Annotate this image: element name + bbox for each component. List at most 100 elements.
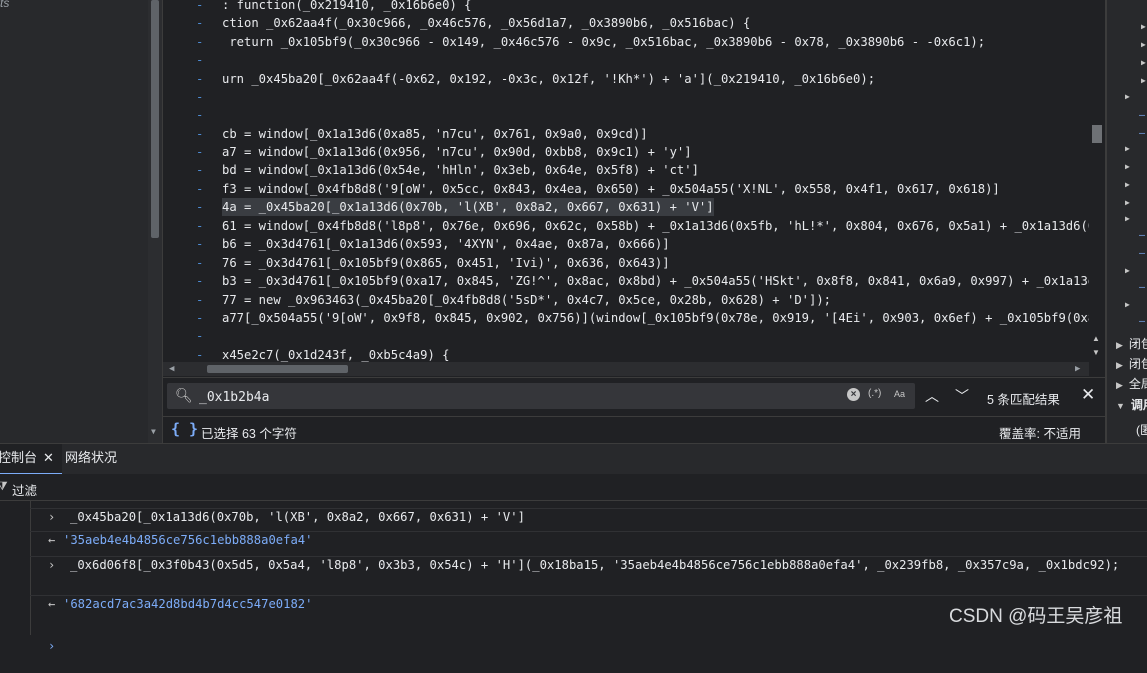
code-line[interactable]: - [163, 106, 1105, 124]
diff-marker: - [196, 72, 204, 86]
filter-input[interactable]: 过滤 [12, 480, 37, 499]
property-marker: – [1139, 230, 1146, 241]
code-line[interactable]: - [163, 327, 1105, 345]
input-chevron-icon: › [48, 558, 56, 572]
code-text: a7 = window[_0x1a13d6(0x956, 'n7cu', 0x9… [222, 145, 692, 159]
code-line[interactable]: - a7 = window[_0x1a13d6(0x956, 'n7cu', 0x… [163, 143, 1105, 161]
section-global[interactable]: ▶ 全局 [1116, 375, 1147, 392]
code-text: cb = window[_0x1a13d6(0xa85, 'n7cu', 0x7… [222, 127, 648, 141]
code-line[interactable]: - bd = window[_0x1a13d6(0x54e, 'hHln', 0x… [163, 161, 1105, 179]
console-input-row[interactable]: › _0x6d06f8[_0x3f0b43(0x5d5, 0x5a4, 'l8p8… [30, 556, 1147, 572]
expand-arrow-icon[interactable]: ▶ [1141, 76, 1146, 85]
code-line[interactable]: - 76 = _0x3d4761[_0x105bf9(0x865, 0x451, … [163, 254, 1105, 272]
code-line[interactable]: - 61 = window[_0x4fb8d8('l8p8', 0x76e, 0x… [163, 217, 1105, 235]
editor-vertical-scrollbar[interactable] [1089, 0, 1105, 362]
code-line[interactable]: - x45e2c7(_0x1d243f, _0xb5c4a9) { [163, 346, 1105, 362]
scroll-left-arrow-icon[interactable]: ◀ [169, 362, 174, 376]
scroll-down-arrow-icon[interactable]: ▼ [1092, 348, 1100, 357]
diff-marker: - [196, 329, 204, 343]
console-result-row[interactable]: ← '682acd7ac3a42d8bd4b7d4cc547e0182' [30, 595, 1147, 611]
diff-marker: - [196, 200, 204, 214]
code-line[interactable]: - return _0x105bf9(_0x30c966 - 0x149, _0… [163, 33, 1105, 51]
diff-marker: - [196, 219, 204, 233]
code-line[interactable]: -: function(_0x219410, _0x16b6e0) { [163, 0, 1105, 14]
expand-arrow-icon[interactable]: ▶ [1141, 58, 1146, 67]
expand-arrow-icon[interactable]: ▶ [1141, 22, 1146, 31]
code-line[interactable]: - 77 = new _0x963463(_0x45ba20[_0x4fb8d8(… [163, 291, 1105, 309]
code-text: x45e2c7(_0x1d243f, _0xb5c4a9) { [222, 348, 450, 362]
expand-arrow-icon[interactable]: ▶ [1125, 144, 1130, 153]
editor-horizontal-scroll-thumb[interactable] [207, 365, 348, 373]
code-text: return _0x105bf9(_0x30c966 - 0x149, _0x4… [222, 35, 986, 49]
code-text: 61 = window[_0x4fb8d8('l8p8', 0x76e, 0x6… [222, 219, 1105, 233]
code-text: a77[_0x504a55('9[oW', 0x9f8, 0x845, 0x90… [222, 311, 1105, 325]
diff-marker: - [196, 108, 204, 122]
match-case-toggle-button[interactable]: Aa [894, 389, 905, 399]
section-closure-2[interactable]: ▶ 闭包 [1116, 355, 1147, 372]
expand-arrow-icon[interactable]: ▶ [1125, 214, 1130, 223]
navigator-scroll-thumb[interactable] [151, 0, 159, 238]
editor-horizontal-scrollbar[interactable]: ◀ ▶ [163, 362, 1089, 376]
find-bar: 🔍︎ × (.*) Aa ︿ ﹀ 5 条匹配结果 ✕ [163, 377, 1105, 416]
expand-arrow-icon[interactable]: ▶ [1125, 300, 1130, 309]
code-line[interactable]: - b3 = _0x3d4761[_0x105bf9(0xa17, 0x845, … [163, 272, 1105, 290]
expand-arrow-icon[interactable]: ▶ [1125, 92, 1130, 101]
diff-marker: - [196, 53, 204, 67]
console-result-row[interactable]: ← '35aeb4e4b4856ce756c1ebb888a0efa4' [30, 531, 1147, 547]
result-arrow-icon: ← [48, 597, 56, 611]
console-text: '35aeb4e4b4856ce756c1ebb888a0efa4' [63, 533, 313, 547]
collapse-arrow-icon: ▼ [1116, 401, 1125, 411]
expand-arrow-icon: ▶ [1116, 360, 1123, 370]
property-marker: – [1139, 282, 1146, 293]
expand-arrow-icon[interactable]: ▶ [1125, 266, 1130, 275]
navigator-scrollbar[interactable]: ▼ [148, 0, 163, 445]
scroll-up-arrow-icon[interactable]: ▲ [1092, 334, 1100, 343]
pretty-print-braces-icon[interactable]: { } [171, 420, 198, 438]
editor-vertical-scroll-thumb[interactable] [1092, 125, 1102, 143]
expand-arrow-icon[interactable]: ▶ [1125, 180, 1130, 189]
code-text: : function(_0x219410, _0x16b6e0) { [222, 0, 472, 12]
code-line[interactable]: - b6 = _0x3d4761[_0x1a13d6(0x593, '4XYN',… [163, 235, 1105, 253]
file-navigator-pane: ts [0, 0, 148, 445]
find-input-box: 🔍︎ × (.*) Aa [167, 383, 915, 409]
regex-toggle-button[interactable]: (.*) [868, 388, 881, 399]
diff-marker: - [196, 16, 204, 30]
code-line[interactable]: - [163, 51, 1105, 69]
close-tab-icon[interactable]: ✕ [43, 450, 54, 465]
expand-arrow-icon[interactable]: ▶ [1125, 162, 1130, 171]
diff-marker: - [196, 145, 204, 159]
property-marker: – [1139, 248, 1146, 259]
call-stack-frame[interactable]: (匿名) [1136, 421, 1147, 438]
code-line[interactable]: - a77[_0x504a55('9[oW', 0x9f8, 0x845, 0x9… [163, 309, 1105, 327]
close-find-bar-icon[interactable]: ✕ [1081, 385, 1095, 405]
scroll-right-arrow-icon[interactable]: ▶ [1075, 362, 1080, 376]
find-input[interactable] [197, 386, 801, 408]
code-line[interactable]: - [163, 88, 1105, 106]
code-text: f3 = window[_0x4fb8d8('9[oW', 0x5cc, 0x8… [222, 182, 1000, 196]
expand-arrow-icon[interactable]: ▶ [1141, 40, 1146, 49]
tab-network-conditions[interactable]: 网络状况 [65, 444, 117, 473]
previous-match-chevron-up-icon[interactable]: ︿ [925, 386, 939, 406]
clear-search-icon[interactable]: × [847, 388, 860, 401]
code-line[interactable]: - urn _0x45ba20[_0x62aa4f(-0x62, 0x192, -… [163, 70, 1105, 88]
code-text: ction _0x62aa4f(_0x30c966, _0x46c576, _0… [222, 16, 751, 30]
next-match-chevron-down-icon[interactable]: ﹀ [955, 386, 969, 406]
diff-marker: - [196, 237, 204, 251]
diff-marker: - [196, 127, 204, 141]
scroll-down-arrow-icon[interactable]: ▼ [151, 427, 156, 436]
section-closure-1[interactable]: ▶ 闭包 [1116, 335, 1147, 352]
expand-arrow-icon: ▶ [1116, 380, 1123, 390]
section-call-stack[interactable]: ▼调用堆栈 [1116, 396, 1147, 413]
console-input-row[interactable]: › _0x45ba20[_0x1a13d6(0x70b, 'l(XB', 0x8a… [30, 508, 1147, 524]
input-chevron-icon: › [48, 510, 56, 524]
code-line[interactable]: - ction _0x62aa4f(_0x30c966, _0x46c576, _… [163, 14, 1105, 32]
code-line[interactable]: - cb = window[_0x1a13d6(0xa85, 'n7cu', 0x… [163, 125, 1105, 143]
source-code-editor[interactable]: -: function(_0x219410, _0x16b6e0) {- ctio… [163, 0, 1105, 362]
code-line[interactable]: - f3 = window[_0x4fb8d8('9[oW', 0x5cc, 0x… [163, 180, 1105, 198]
diff-marker: - [196, 311, 204, 325]
code-line[interactable]: - 4a = _0x45ba20[_0x1a13d6(0x70b, 'l(XB',… [163, 198, 1105, 216]
tab-console[interactable]: 控制台 ✕ [0, 444, 62, 475]
filter-icon[interactable]: ⧩ [0, 479, 8, 494]
code-text: b6 = _0x3d4761[_0x1a13d6(0x593, '4XYN', … [222, 237, 670, 251]
expand-arrow-icon[interactable]: ▶ [1125, 198, 1130, 207]
